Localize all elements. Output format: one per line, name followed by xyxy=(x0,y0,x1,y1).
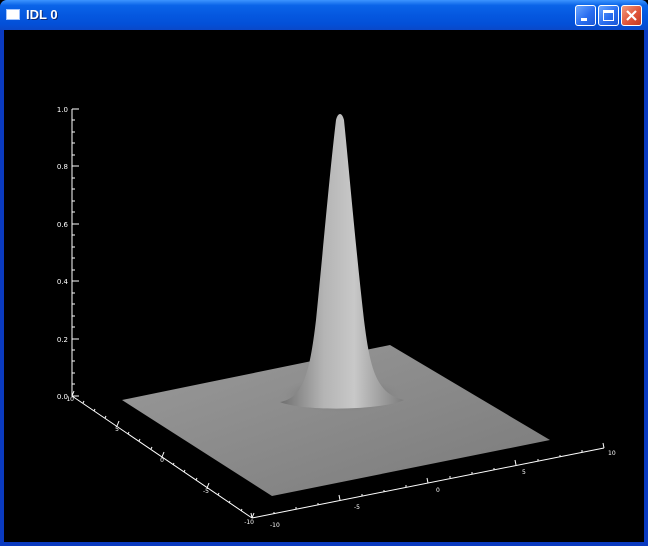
z-tick-label: 0.6 xyxy=(57,221,69,229)
idl-window: IDL 0 0.0 0.2 0.4 0.6 0.8 1.0 -10 -5 0 5… xyxy=(0,0,648,546)
surface-plot: 0.0 0.2 0.4 0.6 0.8 1.0 -10 -5 0 5 10 -1… xyxy=(57,106,616,529)
z-axis xyxy=(71,108,79,397)
close-button[interactable] xyxy=(621,5,642,26)
x-tick-label: 5 xyxy=(522,469,526,476)
z-tick-label: 0.2 xyxy=(57,336,68,344)
z-tick-label: 1.0 xyxy=(57,106,68,114)
x-tick-label: -5 xyxy=(354,504,360,511)
y-tick-label: 5 xyxy=(115,426,119,433)
z-tick-label: 0.8 xyxy=(57,163,68,171)
minimize-button[interactable] xyxy=(575,5,596,26)
y-tick-label: 0 xyxy=(160,457,164,464)
close-icon xyxy=(626,10,637,21)
app-window-icon xyxy=(6,9,20,20)
y-tick-label: -5 xyxy=(203,488,209,495)
y-tick-label: -10 xyxy=(244,519,254,526)
z-tick-label: 0.4 xyxy=(57,278,69,286)
graphics-area[interactable]: 0.0 0.2 0.4 0.6 0.8 1.0 -10 -5 0 5 10 -1… xyxy=(4,30,644,542)
x-tick-label: 10 xyxy=(608,450,616,457)
maximize-icon xyxy=(603,10,614,21)
x-tick-label: 0 xyxy=(436,487,440,494)
window-title: IDL 0 xyxy=(26,7,58,22)
y-tick-label: 10 xyxy=(66,396,74,403)
title-bar[interactable]: IDL 0 xyxy=(0,0,648,30)
maximize-button[interactable] xyxy=(598,5,619,26)
minimize-icon xyxy=(581,18,587,21)
x-tick-label: -10 xyxy=(270,522,280,529)
